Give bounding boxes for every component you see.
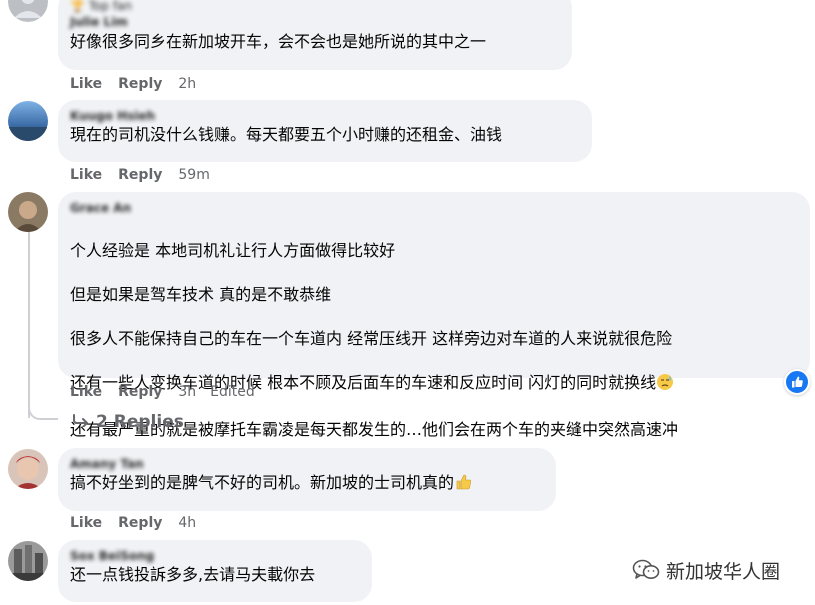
- comment-time[interactable]: 2h: [178, 76, 196, 92]
- comment-actions: Like Reply 2h: [70, 75, 210, 93]
- comment-author[interactable]: Sox BeiSong: [70, 548, 360, 564]
- comment-line: 很多人不能保持自己的车在一个车道内 经常压线开 这样旁边对车道的人来说就很危险: [70, 329, 673, 348]
- reply-button[interactable]: Reply: [118, 515, 162, 531]
- comment-actions: Like Reply 3h Edited: [70, 383, 269, 401]
- reply-button[interactable]: Reply: [118, 167, 162, 183]
- thread-connector: [28, 398, 58, 420]
- comment-bubble: Grace An 个人经验是 本地司机礼让行人方面做得比较好 但是如果是驾车技术…: [58, 192, 810, 483]
- comment-bubble: Amany Tan 搞不好坐到的是脾气不好的司机。新加坡的士司机真的: [58, 448, 556, 511]
- avatar[interactable]: [8, 449, 48, 489]
- comment-text: 搞不好坐到的是脾气不好的司机。新加坡的士司机真的: [70, 472, 544, 497]
- comment-bubble: Kuugo Hsieh 現在的司机没什么钱赚。每天都要五个小时赚的还租金、油钱: [58, 100, 592, 162]
- comment-actions: Like Reply 59m: [70, 166, 224, 184]
- like-reaction-icon[interactable]: [784, 369, 810, 395]
- like-button[interactable]: Like: [70, 384, 102, 400]
- comment-bubble: Sox BeiSong 还一点钱投訴多多,去请马夫載你去: [58, 540, 372, 602]
- wechat-icon: [632, 559, 660, 579]
- comment-line: 个人经验是 本地司机礼让行人方面做得比较好: [70, 241, 396, 260]
- comment-author[interactable]: Grace An: [70, 200, 798, 216]
- comment-text: 好像很多同乡在新加坡开车，会不会也是她所说的其中之一: [70, 32, 487, 51]
- reply-button[interactable]: Reply: [118, 384, 162, 400]
- avatar[interactable]: [8, 192, 48, 232]
- reply-button[interactable]: Reply: [118, 76, 162, 92]
- comment-bubble: 🏆 Top fan Julie Lim 好像很多同乡在新加坡开车，会不会也是她所…: [58, 0, 572, 70]
- like-button[interactable]: Like: [70, 167, 102, 183]
- comment-author[interactable]: Kuugo Hsieh: [70, 108, 580, 124]
- like-button[interactable]: Like: [70, 515, 102, 531]
- watermark-text: 新加坡华人圈: [666, 560, 781, 583]
- thread-line: [28, 232, 30, 418]
- comment-text: 还一点钱投訴多多,去请马夫載你去: [70, 565, 316, 584]
- comment-time[interactable]: 3h: [178, 384, 196, 400]
- sweat-emoji-icon: [656, 373, 674, 397]
- like-button[interactable]: Like: [70, 76, 102, 92]
- comment-line: 但是如果是驾车技术 真的是不敢恭维: [70, 285, 332, 304]
- comment-actions: Like Reply 4h: [70, 514, 210, 532]
- avatar[interactable]: [8, 541, 48, 581]
- comment-text: 現在的司机没什么钱赚。每天都要五个小时赚的还租金、油钱: [70, 125, 503, 144]
- avatar[interactable]: [8, 0, 48, 22]
- avatar[interactable]: [8, 101, 48, 141]
- comment-time[interactable]: 4h: [178, 515, 196, 531]
- view-replies-link[interactable]: 2 Replies: [72, 410, 184, 434]
- comment-author[interactable]: Amany Tan: [70, 456, 544, 472]
- comment-author[interactable]: Julie Lim: [70, 14, 560, 30]
- reply-arrow-icon: [72, 410, 90, 434]
- watermark: 新加坡华人圈: [632, 555, 780, 585]
- replies-count[interactable]: 2 Replies: [96, 412, 184, 432]
- comment-time[interactable]: 59m: [178, 167, 209, 183]
- edited-label[interactable]: Edited: [210, 384, 255, 400]
- thumbs-up-icon: [454, 473, 472, 497]
- top-fan-badge[interactable]: 🏆 Top fan: [70, 0, 560, 14]
